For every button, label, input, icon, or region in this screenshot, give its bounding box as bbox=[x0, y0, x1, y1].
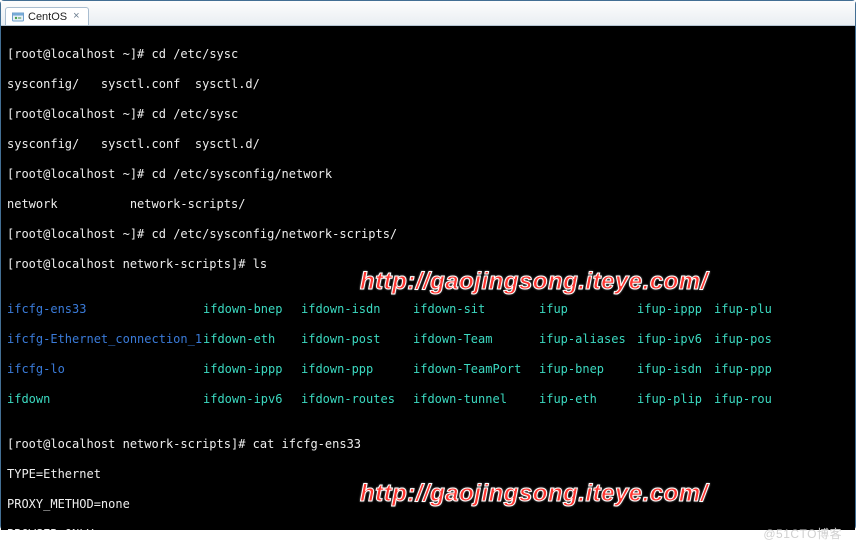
tab-centos[interactable]: CentOS × bbox=[5, 7, 89, 25]
close-icon[interactable]: × bbox=[71, 11, 81, 22]
blog-tag: @51CTO博客 bbox=[763, 525, 842, 542]
terminal-window: CentOS × [root@localhost ~]# cd /etc/sys… bbox=[0, 0, 856, 530]
tab-bar: CentOS × bbox=[1, 1, 855, 26]
terminal-icon bbox=[12, 11, 24, 23]
tab-label: CentOS bbox=[28, 11, 67, 23]
terminal-output[interactable]: [root@localhost ~]# cd /etc/sysc sysconf… bbox=[1, 26, 855, 530]
ls-listing: ifcfg-ens33ifdown-bnepifdown-isdnifdown-… bbox=[7, 287, 849, 422]
